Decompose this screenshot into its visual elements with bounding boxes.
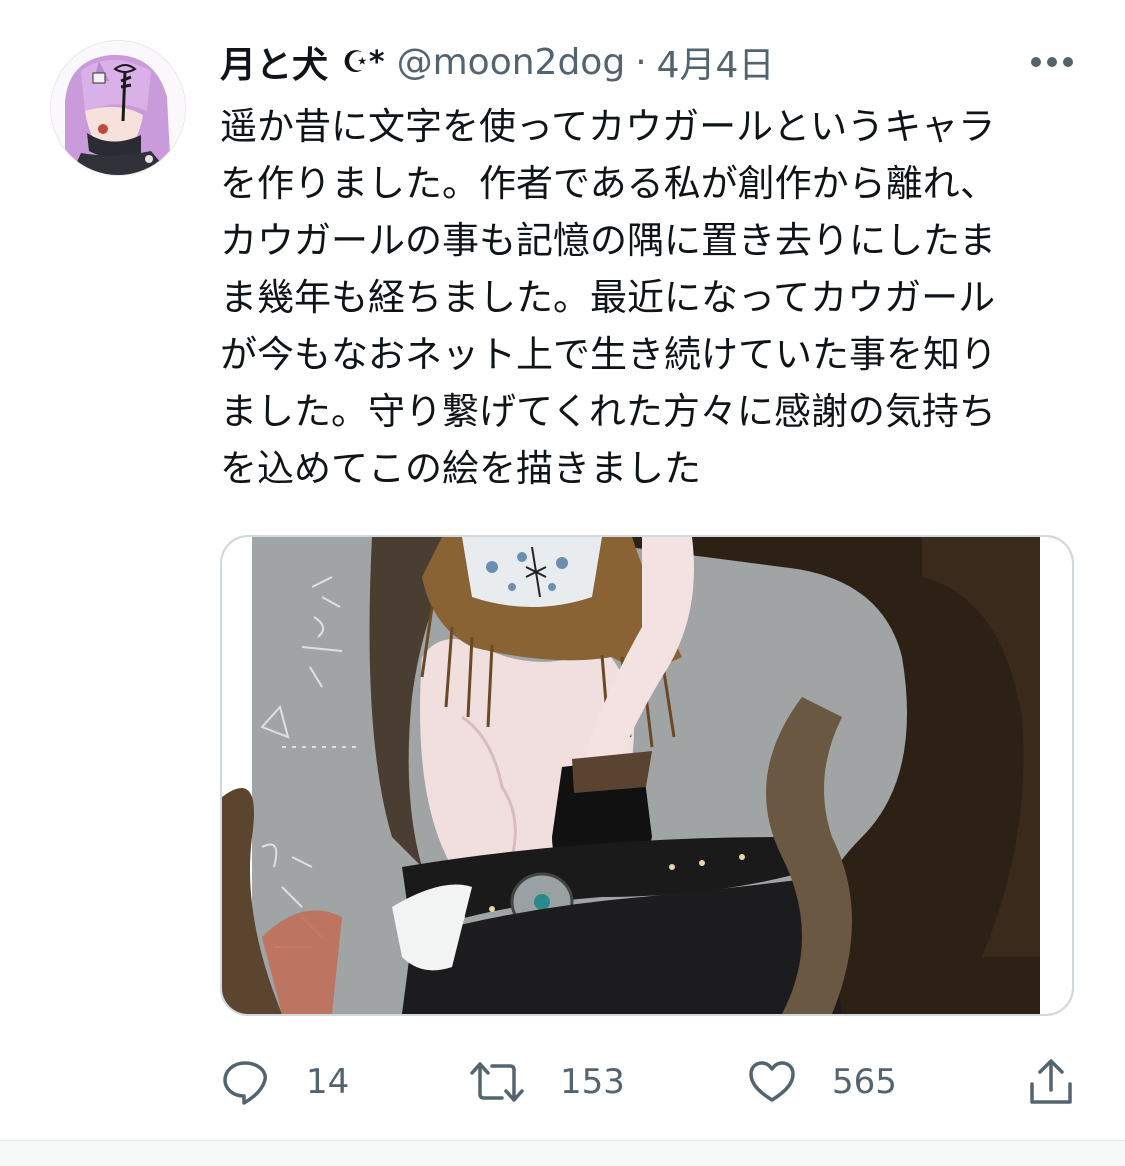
display-name[interactable]: 月と犬 xyxy=(220,36,328,88)
tweet-media[interactable] xyxy=(220,535,1074,1016)
header-separator: · xyxy=(635,41,647,83)
tweet[interactable]: 月と犬 ☪* @moon2dog · 4月4日 遥か昔に文字を使ってカウガールと… xyxy=(0,0,1125,1140)
tweet-date[interactable]: 4月4日 xyxy=(657,36,775,88)
reply-button[interactable]: 14 xyxy=(220,1050,349,1114)
retweet-icon xyxy=(470,1062,524,1102)
feed-divider xyxy=(0,1140,1125,1166)
reply-count: 14 xyxy=(306,1062,350,1102)
reply-icon xyxy=(223,1061,267,1105)
action-bar: 14 153 565 xyxy=(220,1050,1080,1114)
avatar[interactable] xyxy=(50,40,186,176)
share-icon xyxy=(1030,1059,1072,1104)
retweet-count: 153 xyxy=(560,1062,625,1102)
user-handle[interactable]: @moon2dog xyxy=(397,42,626,83)
like-count: 565 xyxy=(832,1062,897,1102)
tweet-text: 遥か昔に文字を使ってカウガールというキャラ を作りました。作者である私が創作から… xyxy=(220,105,997,490)
like-button[interactable]: 565 xyxy=(748,1050,897,1114)
tweet-header: 月と犬 ☪* @moon2dog · 4月4日 xyxy=(220,36,774,88)
share-button[interactable] xyxy=(1028,1050,1074,1114)
avatar-image xyxy=(51,41,185,175)
display-emoji: ☪* xyxy=(342,44,385,80)
heart-icon xyxy=(749,1061,795,1102)
more-horizontal-icon[interactable] xyxy=(1030,54,1074,70)
retweet-button[interactable]: 153 xyxy=(470,1050,625,1114)
illustration-image xyxy=(222,537,1072,1014)
